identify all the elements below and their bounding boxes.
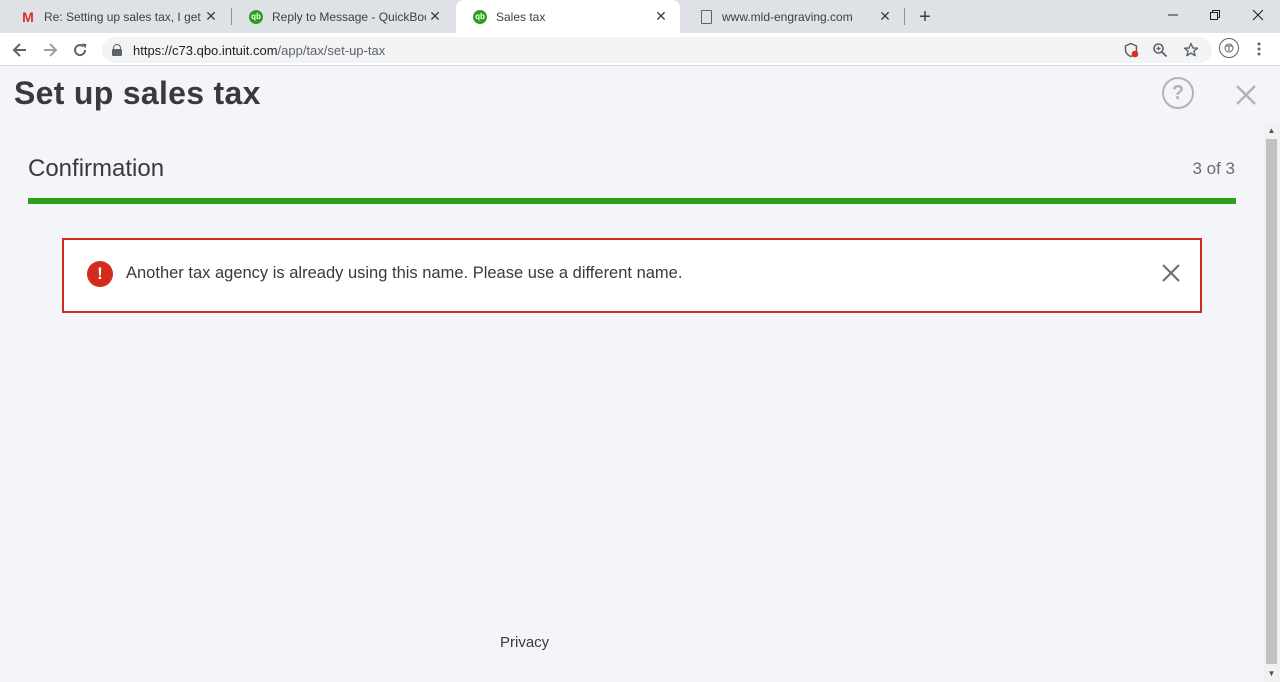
error-message: Another tax agency is already using this… <box>126 264 683 282</box>
quickbooks-icon: qb <box>248 9 264 25</box>
restore-button[interactable] <box>1193 0 1237 30</box>
close-icon[interactable]: ✕ <box>652 8 670 26</box>
url-host: https://c73.qbo.intuit.com <box>133 42 278 58</box>
minimize-icon <box>1168 14 1178 16</box>
tab-mld-engraving[interactable]: www.mld-engraving.com ✕ <box>682 0 904 33</box>
quickbooks-icon: qb <box>472 9 488 25</box>
error-alert: ! Another tax agency is already using th… <box>62 238 1202 313</box>
privacy-link[interactable]: Privacy <box>500 634 549 651</box>
page-scrollbar[interactable]: ▲ ▼ <box>1263 122 1280 682</box>
progress-bar <box>28 198 1236 204</box>
address-bar[interactable]: https://c73.qbo.intuit.com/app/tax/set-u… <box>102 37 1212 63</box>
blocked-content-icon[interactable] <box>1122 41 1140 59</box>
tab-title: www.mld-engraving.com <box>722 9 853 24</box>
minimize-button[interactable] <box>1151 0 1195 30</box>
zoom-icon[interactable] <box>1151 41 1169 59</box>
document-icon <box>698 9 714 25</box>
forward-button[interactable] <box>38 38 62 62</box>
tab-title: Sales tax <box>496 9 546 24</box>
close-icon[interactable]: ✕ <box>202 8 220 26</box>
dismiss-alert-button[interactable] <box>1158 260 1184 286</box>
avatar-icon <box>1224 43 1234 53</box>
tab-title: Re: Setting up sales tax, I get the <box>44 9 202 24</box>
browser-tabstrip: M Re: Setting up sales tax, I get the ✕ … <box>0 0 1280 33</box>
page-title: Set up sales tax <box>14 75 261 111</box>
bookmark-star-icon[interactable] <box>1182 41 1200 59</box>
gmail-icon: M <box>22 8 34 25</box>
scrollbar-thumb[interactable] <box>1266 139 1277 664</box>
lock-icon <box>112 44 122 56</box>
tab-reply-to-message[interactable]: qb Reply to Message - QuickBooks C ✕ <box>232 0 454 33</box>
error-icon: ! <box>87 261 113 287</box>
restore-icon <box>1210 10 1220 20</box>
browser-menu-button[interactable] <box>1250 39 1268 59</box>
arrow-right-icon <box>44 43 58 57</box>
more-vertical-icon <box>1257 42 1261 56</box>
profile-avatar[interactable] <box>1219 38 1239 58</box>
new-tab-button[interactable]: + <box>914 6 936 28</box>
browser-toolbar: https://c73.qbo.intuit.com/app/tax/set-u… <box>0 33 1280 66</box>
progress-bar-fill <box>28 198 1236 204</box>
back-button[interactable] <box>8 38 32 62</box>
close-icon[interactable]: ✕ <box>876 8 894 26</box>
window-close-button[interactable] <box>1236 0 1280 30</box>
tab-title: Reply to Message - QuickBooks C <box>272 9 426 24</box>
close-icon <box>1252 9 1264 21</box>
url-path: /app/tax/set-up-tax <box>277 42 386 58</box>
close-icon <box>1236 85 1256 105</box>
step-title: Confirmation <box>28 155 165 182</box>
reload-icon <box>74 43 87 57</box>
close-dialog-button[interactable] <box>1232 81 1260 109</box>
tab-separator <box>904 8 905 25</box>
close-icon <box>1162 264 1180 282</box>
reload-button[interactable] <box>68 38 92 62</box>
close-icon[interactable]: ✕ <box>426 8 444 26</box>
arrow-left-icon <box>12 43 26 57</box>
help-icon[interactable]: ? <box>1162 77 1194 109</box>
scroll-up-icon[interactable]: ▲ <box>1263 122 1280 139</box>
tab-sales-tax[interactable]: qb Sales tax ✕ <box>456 0 680 33</box>
tab-gmail[interactable]: M Re: Setting up sales tax, I get the ✕ <box>4 0 230 33</box>
scroll-down-icon[interactable]: ▼ <box>1263 665 1280 682</box>
step-counter: 3 of 3 <box>1192 159 1235 178</box>
